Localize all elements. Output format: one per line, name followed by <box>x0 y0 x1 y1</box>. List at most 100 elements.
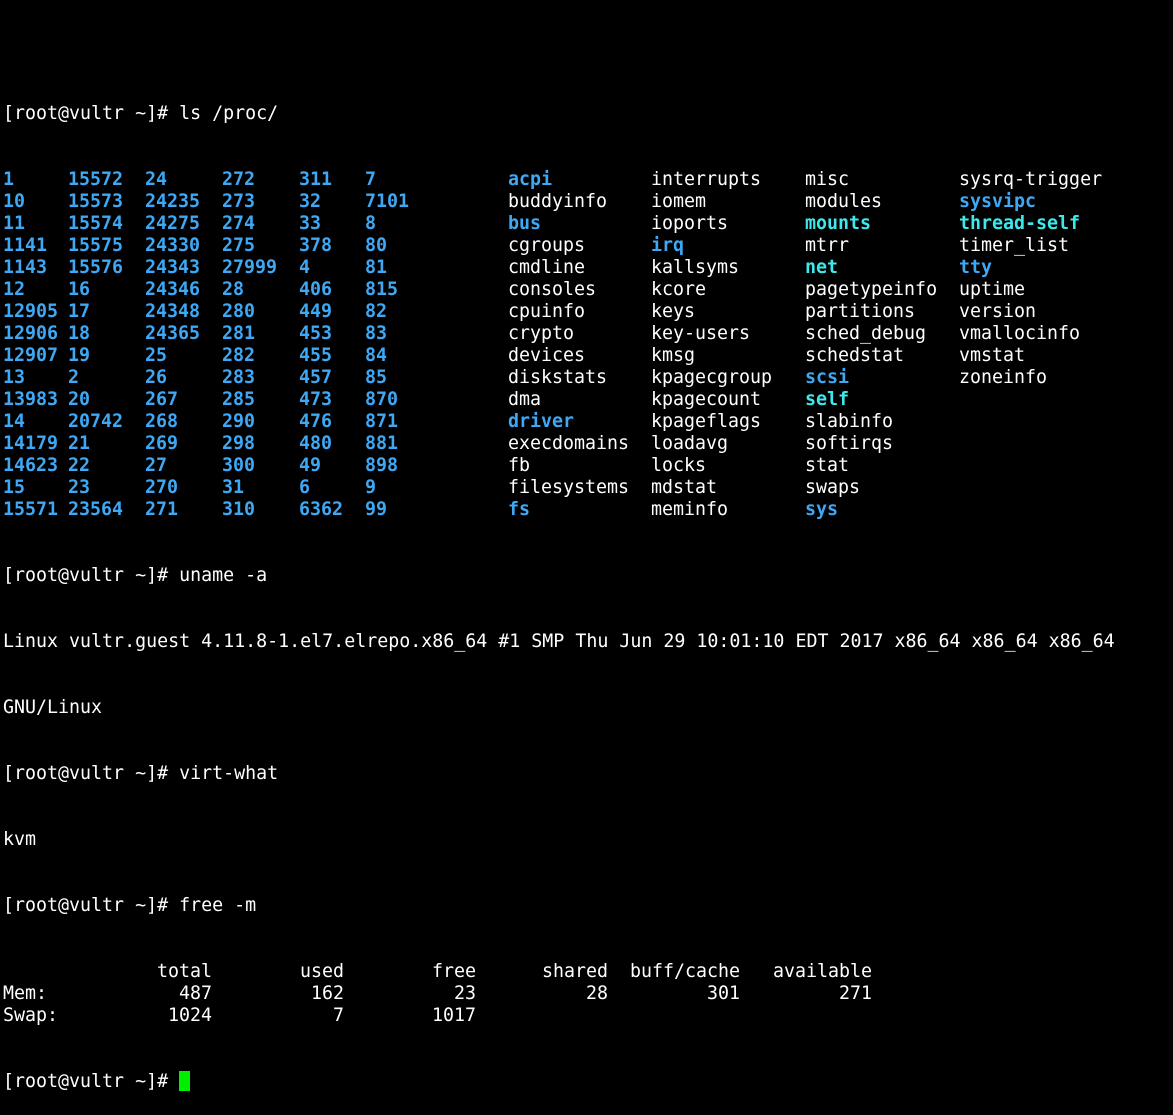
file-entry: zoneinfo <box>959 367 1048 388</box>
process-dir-entry: 282 <box>222 345 256 366</box>
process-dir-entry: 15571 <box>3 499 59 520</box>
file-entry: uptime <box>959 279 1026 300</box>
file-entry: buddyinfo <box>508 191 608 212</box>
process-dir-entry: 15 <box>3 477 26 498</box>
process-dir-entry: 8 <box>365 213 377 234</box>
file-entry: key-users <box>651 323 751 344</box>
free-value: 23 <box>453 983 476 1004</box>
file-entry: dma <box>508 389 542 410</box>
free-value: 1024 <box>167 1005 212 1026</box>
free-row-label: Swap: <box>3 1005 59 1026</box>
process-dir-entry: 12907 <box>3 345 59 366</box>
symlink-entry: net <box>805 257 839 278</box>
process-dir-entry: 13983 <box>3 389 59 410</box>
process-dir-entry: 24346 <box>145 279 201 300</box>
process-dir-entry: 298 <box>222 433 256 454</box>
process-dir-entry: 24 <box>145 169 168 190</box>
ls-row: 14623 22 27 300 49 898 fb locks stat <box>3 455 1115 477</box>
file-entry: stat <box>805 455 850 476</box>
process-dir-entry: 11 <box>3 213 26 234</box>
process-dir-entry: 19 <box>68 345 91 366</box>
ls-row: 1141 15575 24330 275 378 80 cgroups irq mtrr time… <box>3 235 1115 257</box>
command: ls /proc/ <box>179 103 279 124</box>
file-entry: version <box>959 301 1037 322</box>
file-entry: swaps <box>805 477 861 498</box>
process-dir-entry: 20 <box>68 389 91 410</box>
free-value: 162 <box>310 983 344 1004</box>
process-dir-entry: 24343 <box>145 257 201 278</box>
directory-entry: sys <box>805 499 839 520</box>
process-dir-entry: 21 <box>68 433 91 454</box>
uname-output-line: GNU/Linux <box>3 697 103 718</box>
free-value: available <box>772 961 872 982</box>
process-dir-entry: 7101 <box>365 191 410 212</box>
file-entry: meminfo <box>651 499 729 520</box>
process-dir-entry: 378 <box>299 235 333 256</box>
file-entry: locks <box>651 455 707 476</box>
symlink-entry: thread-self <box>959 213 1081 234</box>
directory-entry: fs <box>508 499 531 520</box>
free-value: total <box>156 961 212 982</box>
process-dir-entry: 269 <box>145 433 179 454</box>
process-dir-entry: 290 <box>222 411 256 432</box>
process-dir-entry: 268 <box>145 411 179 432</box>
process-dir-entry: 33 <box>299 213 322 234</box>
process-dir-entry: 473 <box>299 389 333 410</box>
terminal-output[interactable]: [root@vultr ~]# ls /proc/ 1 15572 24 272 311… <box>3 0 1115 1115</box>
file-entry: kmsg <box>651 345 696 366</box>
file-entry: kpagecgroup <box>651 367 773 388</box>
process-dir-entry: 476 <box>299 411 333 432</box>
process-dir-entry: 311 <box>299 169 333 190</box>
command: virt-what <box>179 763 279 784</box>
process-dir-entry: 871 <box>365 411 399 432</box>
process-dir-entry: 14179 <box>3 433 59 454</box>
process-dir-entry: 280 <box>222 301 256 322</box>
free-data-row: Swap: 1024 7 1017 <box>3 1005 1115 1027</box>
current-prompt-line[interactable]: [root@vultr ~]# <box>3 1071 1115 1093</box>
process-dir-entry: 23564 <box>68 499 124 520</box>
file-entry: sysrq-trigger <box>959 169 1103 190</box>
process-dir-entry: 6362 <box>299 499 344 520</box>
process-dir-entry: 898 <box>365 455 399 476</box>
file-entry: sched_debug <box>805 323 927 344</box>
file-entry: misc <box>805 169 850 190</box>
file-entry: pagetypeinfo <box>805 279 938 300</box>
process-dir-entry: 26 <box>145 367 168 388</box>
process-dir-entry: 267 <box>145 389 179 410</box>
file-entry: kpageflags <box>651 411 762 432</box>
ls-row: 12907 19 25 282 455 84 devices kmsg schedstat vms… <box>3 345 1115 367</box>
command: uname -a <box>179 565 268 586</box>
file-entry: softirqs <box>805 433 894 454</box>
ls-row: 12 16 24346 28 406 815 consoles kcore pagetypein… <box>3 279 1115 301</box>
process-dir-entry: 285 <box>222 389 256 410</box>
file-entry: consoles <box>508 279 597 300</box>
ls-row: 15 23 270 31 6 9 filesystems mdstat swaps <box>3 477 1115 499</box>
process-dir-entry: 80 <box>365 235 388 256</box>
file-entry: keys <box>651 301 696 322</box>
process-dir-entry: 24348 <box>145 301 201 322</box>
process-dir-entry: 815 <box>365 279 399 300</box>
process-dir-entry: 12905 <box>3 301 59 322</box>
ls-row: 10 15573 24235 273 32 7101 buddyinfo iomem modul… <box>3 191 1115 213</box>
process-dir-entry: 455 <box>299 345 333 366</box>
file-entry: crypto <box>508 323 575 344</box>
process-dir-entry: 24275 <box>145 213 201 234</box>
free-value: 301 <box>706 983 740 1004</box>
process-dir-entry: 9 <box>365 477 377 498</box>
process-dir-entry: 24330 <box>145 235 201 256</box>
process-dir-entry: 881 <box>365 433 399 454</box>
text-cursor <box>179 1071 191 1091</box>
directory-entry: sysvipc <box>959 191 1037 212</box>
file-entry: execdomains <box>508 433 630 454</box>
free-value: 28 <box>585 983 608 1004</box>
ls-row: 12906 18 24365 281 453 83 crypto key-users sched… <box>3 323 1115 345</box>
process-dir-entry: 300 <box>222 455 256 476</box>
process-dir-entry: 283 <box>222 367 256 388</box>
file-entry: schedstat <box>805 345 905 366</box>
process-dir-entry: 15575 <box>68 235 124 256</box>
file-entry: kcore <box>651 279 707 300</box>
free-value: 1017 <box>431 1005 476 1026</box>
ls-row: 15571 23564 271 310 6362 99 fs meminfo sys <box>3 499 1115 521</box>
prompt-line-free: [root@vultr ~]# free -m <box>3 895 1115 917</box>
free-value: buff/cache <box>629 961 740 982</box>
